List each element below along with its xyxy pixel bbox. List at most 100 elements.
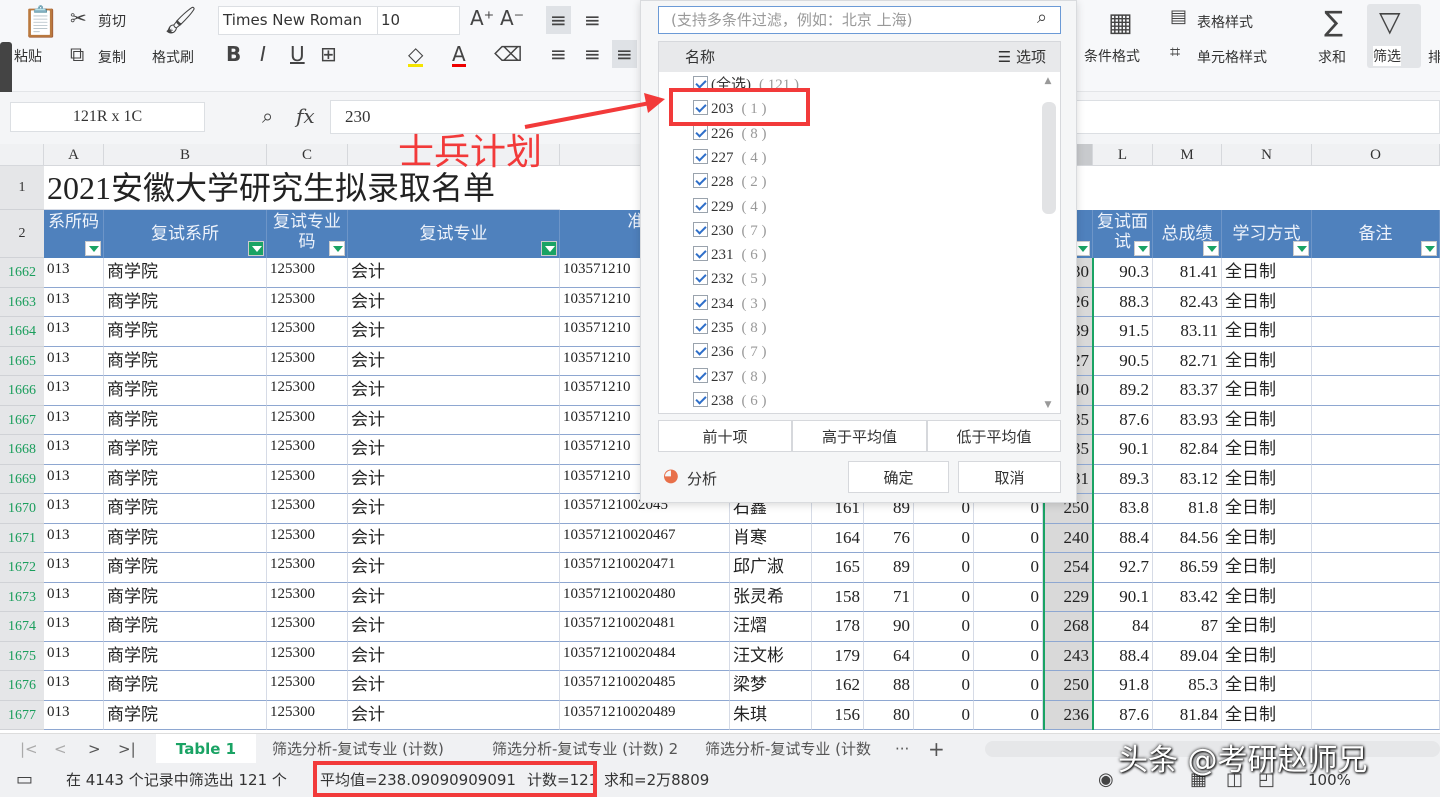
cell-m[interactable]: 83.12 xyxy=(1153,464,1222,494)
bold-icon[interactable]: B xyxy=(226,44,241,64)
cell-b[interactable]: 商学院 xyxy=(104,641,267,671)
cell-a[interactable]: 013 xyxy=(44,582,104,612)
cell-style-button[interactable]: 单元格样式 xyxy=(1197,47,1267,67)
scroll-thumb[interactable] xyxy=(1042,102,1056,214)
cell-d[interactable]: 会计 xyxy=(348,494,560,524)
column-header-m[interactable]: M xyxy=(1153,144,1222,166)
filter-dropdown-icon[interactable] xyxy=(329,241,345,256)
row-header[interactable]: 1662 xyxy=(0,258,44,288)
cell-c[interactable]: 125300 xyxy=(267,582,348,612)
column-header-n[interactable]: N xyxy=(1222,144,1312,166)
cell-b[interactable]: 商学院 xyxy=(104,700,267,730)
cell-n[interactable]: 全日制 xyxy=(1222,317,1312,347)
cell-l[interactable]: 87.6 xyxy=(1093,405,1153,435)
cell-h[interactable]: 90 xyxy=(864,612,914,642)
cell-c[interactable]: 125300 xyxy=(267,671,348,701)
cell-a[interactable]: 013 xyxy=(44,287,104,317)
cell-b[interactable]: 商学院 xyxy=(104,435,267,465)
cell-m[interactable]: 83.37 xyxy=(1153,376,1222,406)
cell-o[interactable] xyxy=(1312,258,1440,288)
cell-c[interactable]: 125300 xyxy=(267,641,348,671)
first-sheet-icon[interactable]: |< xyxy=(20,734,38,764)
cell-g[interactable]: 165 xyxy=(812,553,864,583)
filter-dropdown-icon[interactable] xyxy=(1203,241,1219,256)
cell-b[interactable]: 商学院 xyxy=(104,494,267,524)
cell-o[interactable] xyxy=(1312,287,1440,317)
cell-e[interactable]: 103571210020484 xyxy=(560,641,730,671)
cell-h[interactable]: 80 xyxy=(864,700,914,730)
cell-l[interactable]: 90.3 xyxy=(1093,258,1153,288)
cell-m[interactable]: 87 xyxy=(1153,612,1222,642)
conditional-format-button[interactable]: 条件格式 xyxy=(1084,46,1140,66)
sheet-tab-filter-analysis[interactable]: 筛选分析-复试专业 (计数) xyxy=(272,734,444,764)
cell-l[interactable]: 87.6 xyxy=(1093,700,1153,730)
filter-option[interactable]: 234 ( 3 ) xyxy=(693,293,767,315)
cell-i[interactable]: 0 xyxy=(914,612,974,642)
cell-n[interactable]: 全日制 xyxy=(1222,641,1312,671)
cell-n[interactable]: 全日制 xyxy=(1222,287,1312,317)
row-header-2[interactable]: 2 xyxy=(0,210,44,258)
row-header[interactable]: 1674 xyxy=(0,612,44,642)
cell-b[interactable]: 商学院 xyxy=(104,464,267,494)
cell-d[interactable]: 会计 xyxy=(348,464,560,494)
prev-sheet-icon[interactable]: < xyxy=(54,734,67,764)
cell-a[interactable]: 013 xyxy=(44,641,104,671)
cell-f[interactable]: 张灵希 xyxy=(730,582,812,612)
cell-m[interactable]: 81.41 xyxy=(1153,258,1222,288)
cell-c[interactable]: 125300 xyxy=(267,376,348,406)
cell-d[interactable]: 会计 xyxy=(348,317,560,347)
sum-button[interactable]: 求和 xyxy=(1318,47,1346,67)
checkbox-checked-icon[interactable] xyxy=(693,197,708,213)
cell-d[interactable]: 会计 xyxy=(348,700,560,730)
cell-n[interactable]: 全日制 xyxy=(1222,376,1312,406)
cell-l[interactable]: 90.5 xyxy=(1093,346,1153,376)
name-box[interactable]: 121R x 1C xyxy=(10,102,205,132)
cell-o[interactable] xyxy=(1312,700,1440,730)
column-header-a[interactable]: A xyxy=(44,144,104,166)
cell-d[interactable]: 会计 xyxy=(348,582,560,612)
row-header[interactable]: 1665 xyxy=(0,346,44,376)
cell-a[interactable]: 013 xyxy=(44,405,104,435)
checkbox-checked-icon[interactable] xyxy=(693,148,708,164)
cell-f[interactable]: 汪文彬 xyxy=(730,641,812,671)
cell-l[interactable]: 88.4 xyxy=(1093,523,1153,553)
row-header[interactable]: 1664 xyxy=(0,317,44,347)
cell-l[interactable]: 90.1 xyxy=(1093,582,1153,612)
cell-m[interactable]: 85.3 xyxy=(1153,671,1222,701)
cell-l[interactable]: 90.1 xyxy=(1093,435,1153,465)
list-scrollbar[interactable]: ▲ ▼ xyxy=(1040,76,1056,410)
row-header[interactable]: 1677 xyxy=(0,700,44,730)
cell-m[interactable]: 83.42 xyxy=(1153,582,1222,612)
eye-icon[interactable]: ◉ xyxy=(1098,771,1114,789)
checkbox-checked-icon[interactable] xyxy=(693,391,708,407)
underline-icon[interactable]: U xyxy=(290,44,305,64)
cell-n[interactable]: 全日制 xyxy=(1222,258,1312,288)
search-icon[interactable]: ⌕ xyxy=(1037,9,1047,27)
cell-m[interactable]: 86.59 xyxy=(1153,553,1222,583)
filter-option[interactable]: 228 ( 2 ) xyxy=(693,171,767,193)
checkbox-checked-icon[interactable] xyxy=(693,367,708,383)
cell-n[interactable]: 全日制 xyxy=(1222,405,1312,435)
cell-e[interactable]: 103571210020467 xyxy=(560,523,730,553)
cell-c[interactable]: 125300 xyxy=(267,464,348,494)
filter-option[interactable]: 230 ( 7 ) xyxy=(693,220,767,242)
sheet-tab-filter-analysis-2[interactable]: 筛选分析-复试专业 (计数) 2 xyxy=(492,734,678,764)
filter-button[interactable]: ▽ 筛选 xyxy=(1367,4,1421,68)
cell-o[interactable] xyxy=(1312,553,1440,583)
cell-j[interactable]: 0 xyxy=(974,553,1043,583)
cell-f[interactable]: 梁梦 xyxy=(730,671,812,701)
cell-n[interactable]: 全日制 xyxy=(1222,435,1312,465)
cell-j[interactable]: 0 xyxy=(974,671,1043,701)
row-header[interactable]: 1670 xyxy=(0,494,44,524)
cell-j[interactable]: 0 xyxy=(974,612,1043,642)
checkbox-checked-icon[interactable] xyxy=(693,294,708,310)
cell-n[interactable]: 全日制 xyxy=(1222,464,1312,494)
sheet-view-icon[interactable]: ▭ xyxy=(16,771,33,789)
cell-f[interactable]: 邱广淑 xyxy=(730,553,812,583)
cell-n[interactable]: 全日制 xyxy=(1222,700,1312,730)
cell-b[interactable]: 商学院 xyxy=(104,376,267,406)
row-header[interactable]: 1676 xyxy=(0,671,44,701)
cell-l[interactable]: 89.2 xyxy=(1093,376,1153,406)
font-size-select[interactable]: 10 xyxy=(381,7,400,34)
cell-o[interactable] xyxy=(1312,346,1440,376)
